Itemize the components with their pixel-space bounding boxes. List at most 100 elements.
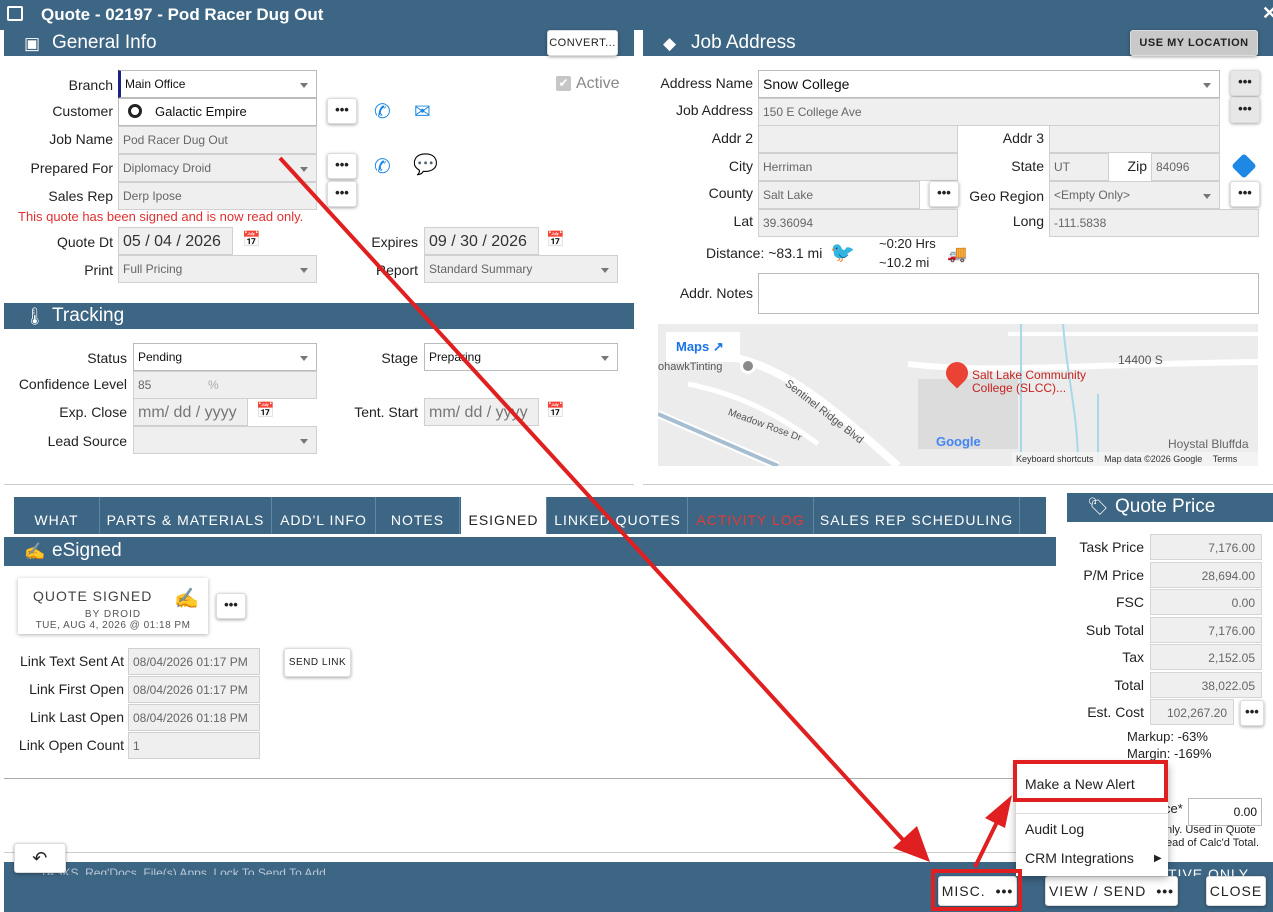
georegion-more-button[interactable]: ••• bbox=[1230, 181, 1260, 207]
jobaddr-field[interactable]: 150 E College Ave bbox=[758, 98, 1220, 126]
customer-phone-icon[interactable]: ✆ bbox=[374, 99, 391, 124]
tentstart-field[interactable]: mm/ dd / yyyy bbox=[424, 398, 539, 426]
stage-label: Stage bbox=[381, 350, 418, 366]
convert-button[interactable]: CONVERT... bbox=[547, 30, 618, 56]
price-row-label: Task Price bbox=[1079, 539, 1144, 555]
view-send-button[interactable]: VIEW / SEND ••• bbox=[1045, 876, 1178, 906]
map-data-text: Map data ©2026 Google bbox=[1104, 454, 1203, 464]
long-field[interactable]: -111.5838 bbox=[1049, 209, 1259, 237]
addrname-more-button[interactable]: ••• bbox=[1230, 70, 1260, 96]
preparedfor-more-button[interactable]: ••• bbox=[327, 153, 357, 179]
quote-signed-card: QUOTE SIGNED ✍ BY DROID TUE, AUG 4, 2026… bbox=[18, 578, 208, 634]
tab-parts-materials[interactable]: PARTS & MATERIALS bbox=[100, 497, 272, 534]
tab-notes[interactable]: NOTES bbox=[376, 497, 460, 534]
quote-price-title: Quote Price bbox=[1115, 496, 1216, 517]
quotedt-field[interactable]: 05 / 04 / 2026 bbox=[118, 227, 233, 255]
customer-more-button[interactable]: ••• bbox=[327, 98, 357, 124]
salesrep-label: Sales Rep bbox=[48, 188, 113, 204]
override-note-2: ead of Calc'd Total. bbox=[1166, 837, 1260, 849]
leadsource-label: Lead Source bbox=[47, 433, 127, 449]
send-link-button[interactable]: SEND LINK bbox=[284, 648, 351, 677]
route-icon[interactable] bbox=[1231, 153, 1257, 179]
salesrep-more-button[interactable]: ••• bbox=[327, 181, 357, 207]
esigned-row-label: Link Text Sent At bbox=[19, 653, 124, 669]
expclose-calendar-icon[interactable]: 📅 bbox=[256, 401, 275, 419]
report-select[interactable]: Standard Summary bbox=[424, 255, 618, 283]
override-price-field[interactable]: 0.00 bbox=[1188, 798, 1262, 826]
card-date: TUE, AUG 4, 2026 @ 01:18 PM bbox=[35, 620, 191, 631]
expires-calendar-icon[interactable]: 📅 bbox=[546, 230, 565, 248]
view-send-label: VIEW / SEND bbox=[1048, 883, 1147, 899]
confidence-field[interactable]: 85 % bbox=[133, 371, 317, 399]
quote-price-header: 🏷 Quote Price bbox=[1067, 493, 1273, 522]
quote-icon bbox=[7, 6, 23, 21]
leadsource-select[interactable] bbox=[133, 426, 317, 454]
thermometer-icon: 🌡 bbox=[24, 307, 46, 326]
addr-notes-textarea[interactable] bbox=[758, 273, 1259, 314]
jobname-field[interactable]: Pod Racer Dug Out bbox=[118, 126, 317, 154]
tab-sales-rep-scheduling[interactable]: SALES REP SCHEDULING bbox=[814, 497, 1020, 534]
addr2-field[interactable] bbox=[758, 125, 958, 153]
job-panel-divider bbox=[643, 484, 1273, 485]
county-more-button[interactable]: ••• bbox=[929, 181, 959, 207]
preparedfor-phone-icon[interactable]: ✆ bbox=[374, 154, 391, 179]
salesrep-field[interactable]: Derp Ipose bbox=[118, 182, 317, 210]
addr3-field[interactable] bbox=[1049, 125, 1220, 153]
menu-item-crm-integrations[interactable]: CRM Integrations bbox=[1025, 850, 1134, 866]
quotedt-calendar-icon[interactable]: 📅 bbox=[242, 230, 261, 248]
window-title: Quote - 02197 - Pod Racer Dug Out bbox=[41, 5, 324, 24]
customer-label: Customer bbox=[52, 103, 113, 119]
map[interactable]: Maps ↗ ohawkTinting Sentinel Ridge Blvd … bbox=[658, 324, 1258, 466]
price-row-value: 28,694.00 bbox=[1150, 561, 1262, 588]
customer-email-icon[interactable]: ✉ bbox=[414, 99, 431, 124]
status-select[interactable]: Pending bbox=[133, 343, 317, 371]
active-checkbox[interactable]: ✔ bbox=[556, 76, 571, 91]
georegion-select[interactable]: <Empty Only> bbox=[1049, 181, 1220, 209]
price-row-label: Est. Cost bbox=[1087, 704, 1144, 720]
preparedfor-select[interactable]: Diplomacy Droid bbox=[118, 154, 317, 182]
tab-activity-log[interactable]: ACTIVITY LOG bbox=[688, 497, 814, 534]
tag-icon: 🏷 bbox=[1087, 497, 1109, 516]
city-field[interactable]: Herriman bbox=[758, 153, 958, 181]
expires-field[interactable]: 09 / 30 / 2026 bbox=[424, 227, 539, 255]
use-my-location-button[interactable]: USE MY LOCATION bbox=[1130, 30, 1258, 56]
tab-esigned[interactable]: ESIGNED bbox=[461, 497, 547, 534]
signed-more-button[interactable]: ••• bbox=[216, 593, 246, 619]
tentstart-calendar-icon[interactable]: 📅 bbox=[546, 401, 565, 419]
stage-select[interactable]: Preparing bbox=[424, 343, 618, 371]
expclose-field[interactable]: mm/ dd / yyyy bbox=[133, 398, 248, 426]
maps-link[interactable]: Maps ↗ bbox=[666, 332, 740, 362]
terms-link[interactable]: Terms bbox=[1213, 454, 1238, 464]
signed-message: This quote has been signed and is now re… bbox=[18, 209, 304, 224]
lat-field[interactable]: 39.36094 bbox=[758, 209, 958, 237]
confidence-pct: % bbox=[208, 378, 219, 392]
print-select[interactable]: Full Pricing bbox=[118, 255, 317, 283]
menu-item-audit-log[interactable]: Audit Log bbox=[1025, 821, 1084, 837]
jobaddr-more-button[interactable]: ••• bbox=[1230, 97, 1260, 123]
map-place-1: Salt Lake Community bbox=[972, 368, 1087, 382]
zip-field[interactable]: 84096 bbox=[1151, 153, 1220, 181]
esigned-row-value: 08/04/2026 01:18 PM bbox=[128, 704, 260, 731]
state-field[interactable]: UT bbox=[1049, 153, 1109, 181]
tab-addl-info[interactable]: ADD'L INFO bbox=[272, 497, 376, 534]
branch-select[interactable]: Main Office bbox=[118, 70, 317, 98]
preparedfor-chat-icon[interactable]: 💬 bbox=[413, 152, 438, 177]
lower-divider bbox=[4, 852, 1056, 853]
addrname-select[interactable]: Snow College bbox=[758, 70, 1220, 98]
close-button[interactable]: CLOSE bbox=[1206, 876, 1266, 906]
georegion-label: Geo Region bbox=[969, 188, 1044, 204]
footer-obscured-text: TASKS, Req'Docs, File(s) Apps, Lock To S… bbox=[40, 866, 326, 875]
confidence-value: 85 bbox=[138, 378, 152, 392]
estcost-more-button[interactable]: ••• bbox=[1240, 700, 1264, 726]
tab-linked-quotes[interactable]: LINKED QUOTES bbox=[548, 497, 688, 534]
price-row-value: 7,176.00 bbox=[1150, 534, 1262, 560]
county-field[interactable]: Salt Lake bbox=[758, 181, 920, 209]
tab-what[interactable]: WHAT bbox=[14, 497, 100, 534]
keyboard-shortcuts-link[interactable]: Keyboard shortcuts bbox=[1016, 454, 1094, 464]
customer-field[interactable]: Galactic Empire bbox=[118, 98, 317, 126]
addrname-label: Address Name bbox=[660, 75, 753, 91]
drive-hours: ~0:20 Hrs bbox=[879, 236, 936, 251]
undo-button[interactable]: ↶ bbox=[14, 843, 66, 873]
undo-icon: ↶ bbox=[32, 848, 48, 868]
close-icon[interactable]: ✕ bbox=[1262, 3, 1273, 24]
